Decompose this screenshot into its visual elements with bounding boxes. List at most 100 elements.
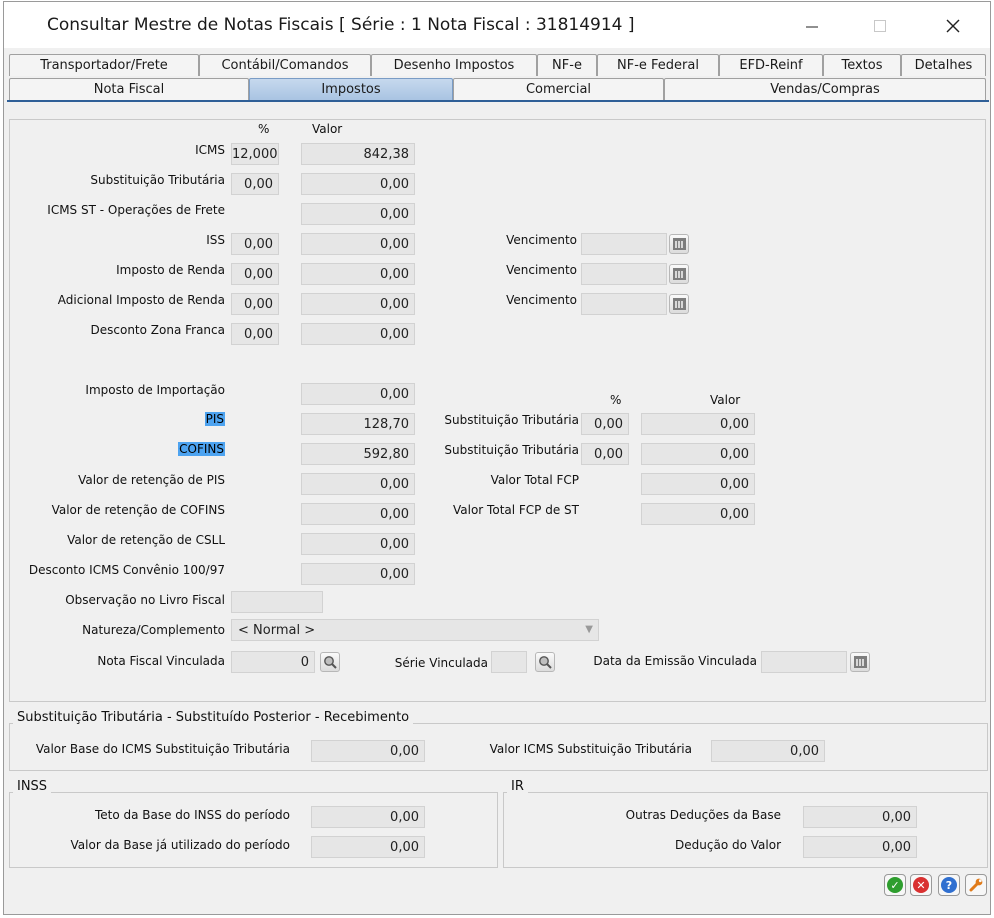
- tab-efd-reinf[interactable]: EFD-Reinf: [719, 54, 823, 76]
- calendar-icon: [672, 268, 686, 280]
- nf-vinc-field[interactable]: 0: [231, 651, 315, 673]
- iss-pct-field[interactable]: 0,00: [231, 233, 279, 255]
- icms-pct-field[interactable]: 12,0000: [231, 143, 279, 165]
- tab-contabil-comandos[interactable]: Contábil/Comandos: [199, 54, 371, 76]
- ir-outras-label: Outras Deduções da Base: [625, 808, 781, 822]
- ir-deducao-label: Dedução do Valor: [675, 838, 781, 852]
- close-button[interactable]: [930, 10, 976, 42]
- fcp-st-label: Valor Total FCP de ST: [453, 503, 579, 517]
- ret-pis-label: Valor de retenção de PIS: [78, 473, 225, 487]
- st-valor-field[interactable]: 0,00: [301, 173, 415, 195]
- adic-ir-vencimento-field[interactable]: [581, 293, 667, 315]
- st-pis-pct-field[interactable]: 0,00: [581, 413, 629, 435]
- serie-vinc-field[interactable]: [491, 651, 527, 673]
- iss-vencimento-field[interactable]: [581, 233, 667, 255]
- ret-cofins-field[interactable]: 0,00: [301, 503, 415, 525]
- st-pis-valor-field[interactable]: 0,00: [641, 413, 755, 435]
- pis-label: PIS: [204, 412, 225, 426]
- tab-underline: [7, 100, 989, 102]
- tab-nfe-federal[interactable]: NF-e Federal: [597, 54, 719, 76]
- close-icon: [946, 19, 960, 33]
- wrench-icon: [969, 878, 983, 892]
- desc-zf-label: Desconto Zona Franca: [90, 323, 226, 337]
- icms-st-frete-field[interactable]: 0,00: [301, 203, 415, 225]
- ret-pis-field[interactable]: 0,00: [301, 473, 415, 495]
- ok-button[interactable]: ✓: [884, 874, 906, 896]
- desc-icms-label: Desconto ICMS Convênio 100/97: [28, 563, 225, 577]
- adic-ir-calendar-button[interactable]: [669, 294, 689, 314]
- pis-field[interactable]: 128,70: [301, 413, 415, 435]
- ret-csll-label: Valor de retenção de CSLL: [67, 533, 225, 547]
- tab-comercial[interactable]: Comercial: [453, 78, 664, 100]
- ir-deducao-field[interactable]: 0,00: [803, 836, 917, 858]
- window-title: Consultar Mestre de Notas Fiscais [ Séri…: [47, 15, 635, 35]
- search-icon: [539, 656, 552, 669]
- data-emissao-calendar-button[interactable]: [850, 652, 870, 672]
- right-col-header-pct: %: [610, 393, 622, 407]
- desc-icms-field[interactable]: 0,00: [301, 563, 415, 585]
- ir-calendar-button[interactable]: [669, 264, 689, 284]
- tab-impostos[interactable]: Impostos: [249, 78, 453, 100]
- st-pct-field[interactable]: 0,00: [231, 173, 279, 195]
- tab-vendas-compras[interactable]: Vendas/Compras: [664, 78, 986, 100]
- imp-import-field[interactable]: 0,00: [301, 383, 415, 405]
- ret-csll-field[interactable]: 0,00: [301, 533, 415, 555]
- cancel-icon: ✕: [913, 877, 929, 893]
- ir-title: IR: [507, 779, 528, 794]
- search-icon: [324, 656, 337, 669]
- tab-detalhes[interactable]: Detalhes: [901, 54, 986, 76]
- tab-desenho-impostos[interactable]: Desenho Impostos: [371, 54, 537, 76]
- st-base-label: Valor Base do ICMS Substituição Tributár…: [35, 742, 290, 756]
- adic-ir-pct-field[interactable]: 0,00: [231, 293, 279, 315]
- data-emissao-label: Data da Emissão Vinculada: [593, 654, 757, 668]
- obs-livro-field[interactable]: [231, 591, 323, 613]
- inss-teto-field[interactable]: 0,00: [311, 806, 425, 828]
- st-base-field[interactable]: 0,00: [311, 740, 425, 762]
- tab-transportador-frete[interactable]: Transportador/Frete: [9, 54, 199, 76]
- natureza-value: < Normal >: [238, 623, 316, 638]
- cancel-button[interactable]: ✕: [910, 874, 932, 896]
- nf-vinc-label: Nota Fiscal Vinculada: [97, 654, 225, 668]
- st-cofins-pct-field[interactable]: 0,00: [581, 443, 629, 465]
- main-window: Consultar Mestre de Notas Fiscais [ Séri…: [3, 1, 991, 915]
- serie-vinc-search-button[interactable]: [535, 652, 555, 672]
- data-emissao-field[interactable]: [761, 651, 847, 673]
- chevron-down-icon: ▼: [585, 624, 593, 635]
- adic-ir-vencimento-label: Vencimento: [506, 293, 577, 307]
- tab-nota-fiscal[interactable]: Nota Fiscal: [9, 78, 249, 100]
- serie-vinc-label: Série Vinculada: [394, 656, 488, 670]
- tools-button[interactable]: [965, 874, 987, 896]
- iss-valor-field[interactable]: 0,00: [301, 233, 415, 255]
- ir-vencimento-field[interactable]: [581, 263, 667, 285]
- help-icon: ?: [941, 877, 957, 893]
- cofins-field[interactable]: 592,80: [301, 443, 415, 465]
- st-label: Substituição Tributária: [90, 173, 225, 187]
- pis-label-text: PIS: [204, 412, 225, 426]
- fcp-field[interactable]: 0,00: [641, 473, 755, 495]
- right-col-header-valor: Valor: [710, 393, 741, 407]
- iss-calendar-button[interactable]: [669, 234, 689, 254]
- maximize-button[interactable]: [857, 10, 903, 42]
- ir-valor-field[interactable]: 0,00: [301, 263, 415, 285]
- desc-zf-valor-field[interactable]: 0,00: [301, 323, 415, 345]
- adic-ir-valor-field[interactable]: 0,00: [301, 293, 415, 315]
- title-bar: Consultar Mestre de Notas Fiscais [ Séri…: [4, 2, 990, 48]
- ir-pct-field[interactable]: 0,00: [231, 263, 279, 285]
- minimize-button[interactable]: [789, 10, 835, 42]
- tab-textos[interactable]: Textos: [823, 54, 901, 76]
- ir-label: Imposto de Renda: [116, 263, 225, 277]
- help-button[interactable]: ?: [938, 874, 960, 896]
- cofins-label-text: COFINS: [178, 442, 225, 456]
- fcp-st-field[interactable]: 0,00: [641, 503, 755, 525]
- desc-zf-pct-field[interactable]: 0,00: [231, 323, 279, 345]
- st-icms-field[interactable]: 0,00: [711, 740, 825, 762]
- inss-util-field[interactable]: 0,00: [311, 836, 425, 858]
- maximize-icon: [874, 20, 886, 32]
- nf-vinc-search-button[interactable]: [320, 652, 340, 672]
- icms-valor-field[interactable]: 842,38: [301, 143, 415, 165]
- st-icms-label: Valor ICMS Substituição Tributária: [489, 742, 692, 756]
- ir-outras-field[interactable]: 0,00: [803, 806, 917, 828]
- natureza-select[interactable]: < Normal > ▼: [231, 619, 599, 641]
- st-cofins-valor-field[interactable]: 0,00: [641, 443, 755, 465]
- tab-nfe[interactable]: NF-e: [537, 54, 597, 76]
